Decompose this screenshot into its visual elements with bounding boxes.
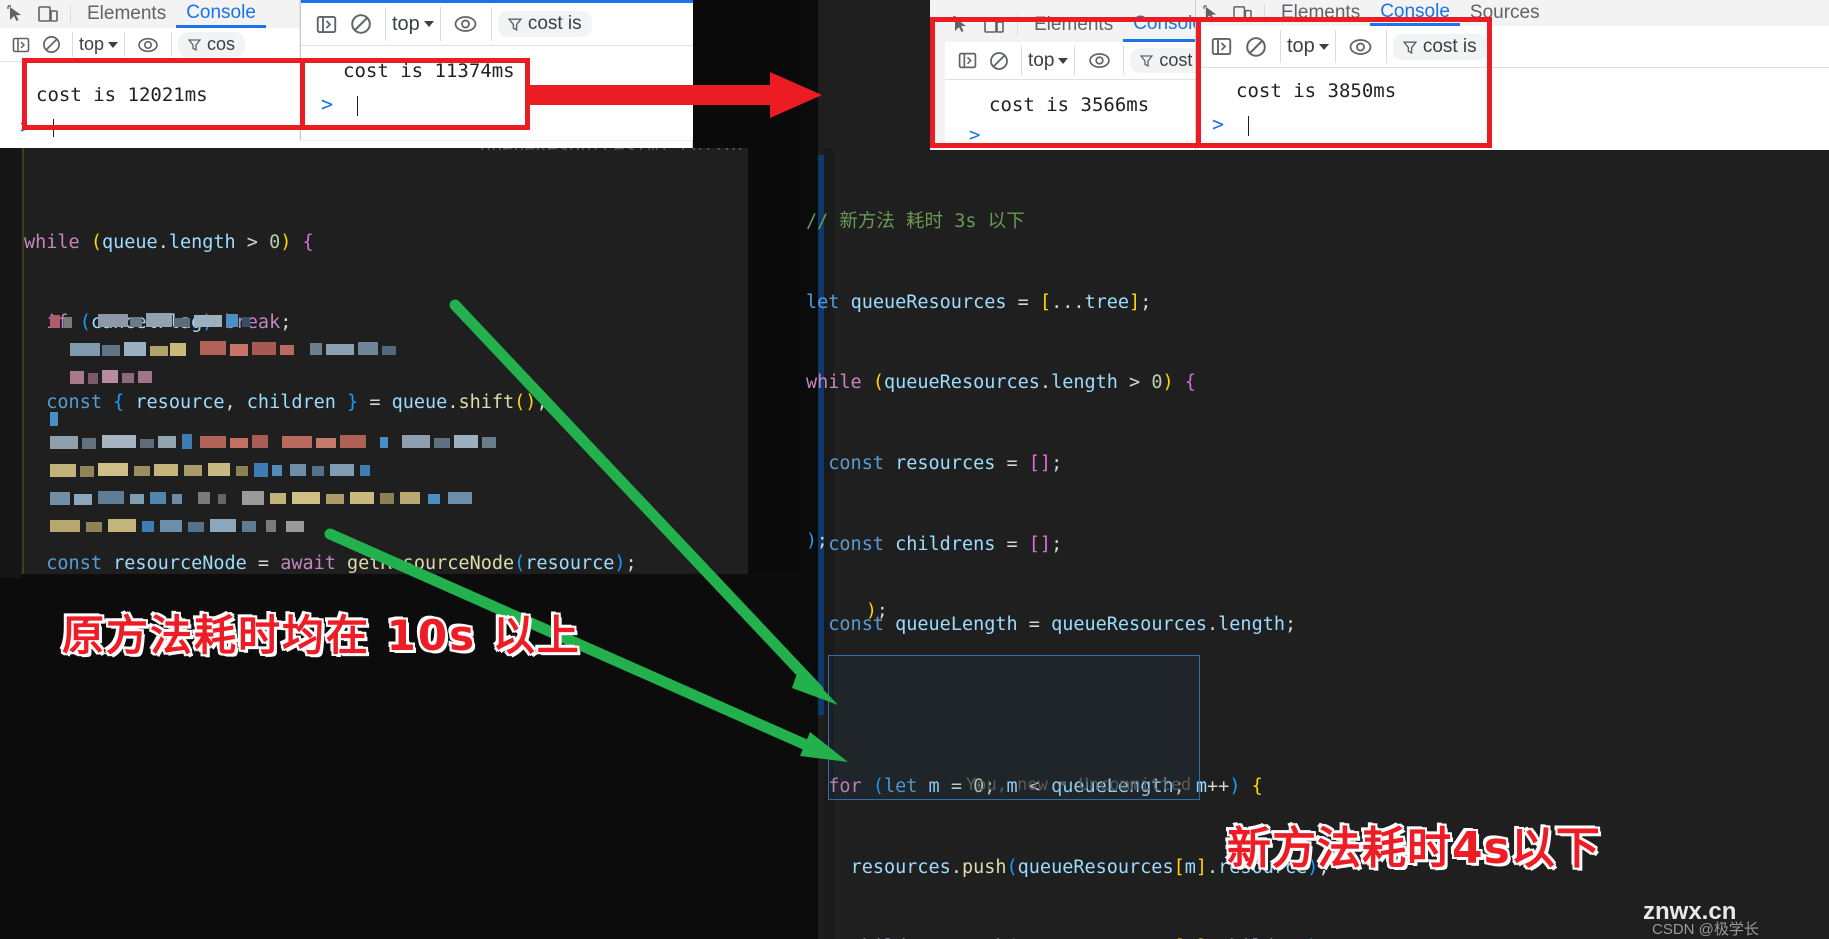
tab-elements[interactable]: Elements xyxy=(77,0,176,28)
left-pane-trailing-paren: ); xyxy=(725,536,748,578)
left-caption-annotation: 原方法耗时均在 10s 以上 xyxy=(62,611,581,660)
censored-code-block-1 xyxy=(50,313,730,393)
eye-icon[interactable] xyxy=(131,30,165,60)
device-toolbar-icon[interactable] xyxy=(1226,0,1258,26)
console-log-area[interactable]: cost is 11374ms > xyxy=(301,46,693,140)
clear-console-icon[interactable] xyxy=(36,30,66,60)
eye-icon[interactable] xyxy=(1081,45,1117,77)
prompt-chevron-icon: > xyxy=(20,116,32,138)
console-filter-input[interactable]: cos xyxy=(178,32,246,57)
execution-context-selector[interactable]: top xyxy=(392,13,434,36)
tab-console[interactable]: Console xyxy=(1370,0,1460,26)
chevron-down-icon xyxy=(108,41,119,48)
tab-elements[interactable]: Elements xyxy=(1271,0,1370,26)
code-comment-line: // 新方法 耗时 3s 以下 xyxy=(806,210,1025,232)
right-caption-annotation: 新方法耗时4s以下 xyxy=(1227,823,1601,874)
left-gutter-strip xyxy=(0,148,22,578)
tab-sources[interactable]: Sources xyxy=(1460,0,1550,26)
eye-icon[interactable] xyxy=(447,7,485,41)
console-log-entry: cost is 12021ms xyxy=(36,84,208,106)
context-label: top xyxy=(79,34,105,54)
devtools-tabbar[interactable]: Elements Console Sources xyxy=(1196,0,1829,26)
eye-icon[interactable] xyxy=(1342,30,1380,64)
code-line: while (queueResources.length > 0) { xyxy=(806,372,1196,394)
filter-icon xyxy=(1402,40,1417,54)
prompt-chevron-icon: > xyxy=(321,92,334,116)
inspect-element-icon[interactable] xyxy=(1196,0,1226,26)
filter-value: cost is xyxy=(527,13,582,34)
console-filter-input[interactable]: cost is xyxy=(497,11,592,37)
filter-value: cost is xyxy=(1422,35,1477,57)
panel-toggle-icon[interactable] xyxy=(6,30,36,60)
code-line: let queueResources = [...tree]; xyxy=(806,291,1152,313)
clear-console-icon[interactable] xyxy=(983,45,1015,77)
console-log-entry: cost is 3850ms xyxy=(1236,80,1397,102)
console-log-entry: cost is 11374ms xyxy=(343,60,515,82)
console-prompt-row[interactable]: > xyxy=(1212,112,1250,136)
console-prompt-row[interactable]: > xyxy=(969,124,980,146)
tab-elements[interactable]: Elements xyxy=(1024,8,1123,42)
clear-console-icon[interactable] xyxy=(1238,30,1274,64)
console-toolbar[interactable]: top cost is xyxy=(1196,26,1829,68)
panel-toggle-icon[interactable] xyxy=(951,45,983,77)
git-blame-annotation: You, now • Uncommitted xyxy=(966,775,1192,795)
filter-icon xyxy=(507,18,522,31)
console-prompt-row[interactable]: > xyxy=(321,92,359,116)
prompt-chevron-icon: > xyxy=(969,124,981,146)
chevron-down-icon xyxy=(1058,57,1069,64)
code-line: const childrens = []; xyxy=(828,533,1063,555)
panel-toggle-icon[interactable] xyxy=(309,7,343,41)
device-toolbar-icon[interactable] xyxy=(32,0,64,28)
filter-value: cos xyxy=(207,34,236,54)
execution-context-selector[interactable]: top xyxy=(79,34,119,55)
left-code-clipped-line: queueResources[m].children); xyxy=(480,148,748,150)
text-cursor xyxy=(357,95,359,116)
context-label: top xyxy=(1028,49,1055,71)
code-line: while (queue.length > 0) { xyxy=(24,231,314,253)
context-label: top xyxy=(1287,35,1315,57)
prompt-chevron-icon: > xyxy=(1212,112,1225,136)
devtools-panel-left-front[interactable]: top cost is cost is 11374ms > xyxy=(300,0,693,140)
text-cursor xyxy=(1248,115,1250,136)
device-toolbar-icon[interactable] xyxy=(977,8,1011,42)
console-prompt-row[interactable]: > xyxy=(20,116,54,138)
code-line: const queueLength = queueResources.lengt… xyxy=(828,614,1297,636)
execution-context-selector[interactable]: top xyxy=(1287,35,1329,58)
chevron-down-icon xyxy=(423,21,434,27)
console-log-entry: cost is 3566ms xyxy=(989,94,1150,116)
filter-icon xyxy=(1140,55,1154,67)
text-cursor xyxy=(52,118,54,137)
code-line: const resources = []; xyxy=(828,452,1063,474)
execution-context-selector[interactable]: top xyxy=(1028,49,1069,72)
left-code-pane[interactable]: queueResources[m].children); while (queu… xyxy=(0,148,748,578)
panel-toggle-icon[interactable] xyxy=(1204,30,1238,64)
code-line: childrens.push(queueResources[m].childre… xyxy=(806,935,1508,939)
context-label: top xyxy=(392,12,420,35)
clear-console-icon[interactable] xyxy=(343,7,379,41)
inspect-element-icon[interactable] xyxy=(945,8,977,42)
console-toolbar[interactable]: top cost is xyxy=(301,0,693,46)
filter-icon xyxy=(188,39,202,51)
inspect-element-icon[interactable] xyxy=(0,0,32,28)
devtools-panel-right-front[interactable]: Elements Console Sources top cost is cos… xyxy=(1195,0,1829,150)
tab-console[interactable]: Console xyxy=(176,0,266,28)
csdn-watermark: CSDN @极学长 xyxy=(1652,921,1759,938)
screenshot-root: queueResources[m].children); while (queu… xyxy=(0,0,1829,939)
console-log-area[interactable]: cost is 3850ms > xyxy=(1196,68,1829,150)
console-filter-input[interactable]: cost is xyxy=(1392,33,1487,60)
chevron-down-icon xyxy=(1318,43,1329,50)
